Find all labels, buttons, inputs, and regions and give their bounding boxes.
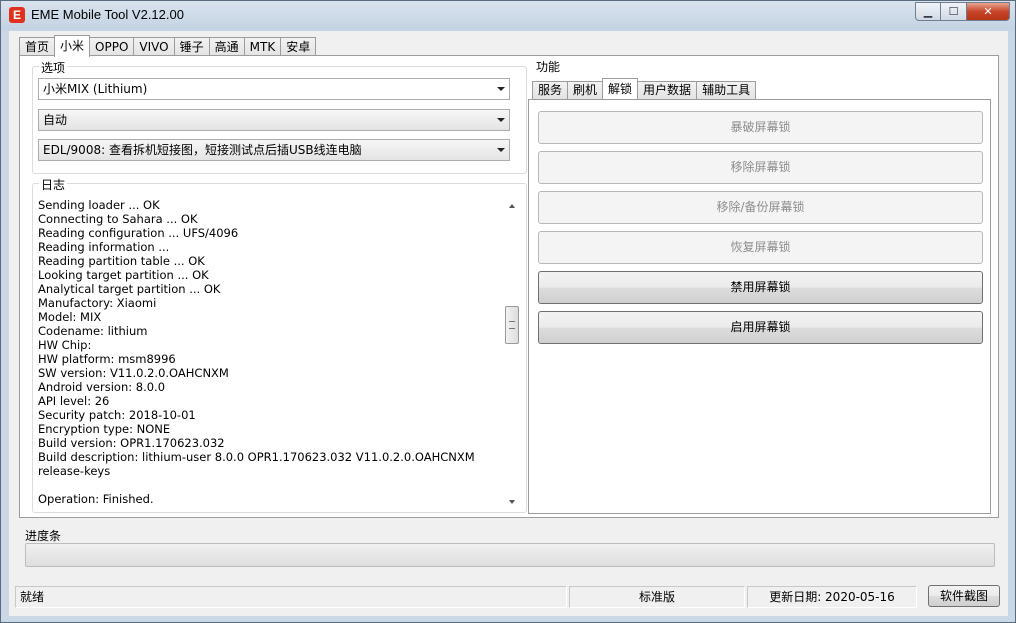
unlock-tab-panel: 暴破屏幕锁 移除屏幕锁 移除/备份屏幕锁 恢复屏幕锁 禁用屏幕锁 启用屏幕锁 bbox=[528, 99, 991, 514]
window-title: EME Mobile Tool V2.12.00 bbox=[31, 7, 184, 22]
tab-flash[interactable]: 刷机 bbox=[567, 81, 604, 99]
status-bar: 就绪 标准版 更新日期: 2020-05-16 软件截图 bbox=[9, 584, 1008, 612]
tab-unlock[interactable]: 解锁 bbox=[602, 78, 639, 99]
log-line: HW Chip: bbox=[38, 338, 92, 352]
app-logo-icon: E bbox=[9, 7, 25, 23]
enable-screen-lock-button[interactable]: 启用屏幕锁 bbox=[538, 311, 983, 344]
log-line: release-keys bbox=[38, 464, 111, 478]
main-tab-strip: 首页 小米 OPPO VIVO 锤子 高通 MTK 安卓 bbox=[19, 35, 317, 57]
remove-backup-screen-lock-button[interactable]: 移除/备份屏幕锁 bbox=[538, 191, 983, 224]
client-area: 首页 小米 OPPO VIVO 锤子 高通 MTK 安卓 选项 小米MIX (L… bbox=[9, 31, 1008, 616]
restore-screen-lock-button[interactable]: 恢复屏幕锁 bbox=[538, 231, 983, 264]
log-line: Reading partition table ... OK bbox=[38, 254, 205, 268]
options-group: 选项 小米MIX (Lithium) 自动 EDL/9008: 查看拆机短接图，… bbox=[32, 59, 527, 174]
log-line: Manufactory: Xiaomi bbox=[38, 296, 157, 310]
log-line: Sending loader ... OK bbox=[38, 198, 160, 212]
mode-select-value: 自动 bbox=[43, 113, 68, 127]
minimize-icon: ▁ bbox=[923, 5, 933, 18]
tab-service[interactable]: 服务 bbox=[532, 81, 569, 99]
remove-screen-lock-button[interactable]: 移除屏幕锁 bbox=[538, 151, 983, 184]
functions-group-label: 功能 bbox=[534, 58, 563, 75]
mode-select[interactable]: 自动 bbox=[38, 109, 510, 131]
title-bar[interactable]: E EME Mobile Tool V2.12.00 ▁ ☐ ✕ bbox=[1, 1, 1015, 31]
software-screenshot-button[interactable]: 软件截图 bbox=[928, 585, 1000, 607]
log-line: Security patch: 2018-10-01 bbox=[38, 408, 196, 422]
scrollbar-thumb[interactable] bbox=[505, 306, 519, 344]
scroll-up-arrow-icon[interactable] bbox=[504, 198, 521, 215]
log-line: Build description: lithium-user 8.0.0 OP… bbox=[38, 450, 475, 464]
scroll-down-arrow-icon[interactable] bbox=[504, 493, 521, 510]
tab-smartisan[interactable]: 锤子 bbox=[173, 37, 210, 56]
port-select-value: EDL/9008: 查看拆机短接图，短接测试点后插USB线连电脑 bbox=[43, 143, 362, 157]
log-scrollbar[interactable] bbox=[504, 198, 521, 510]
tab-oppo[interactable]: OPPO bbox=[89, 37, 135, 56]
status-update-date: 更新日期: 2020-05-16 bbox=[747, 586, 917, 608]
log-line: Reading configuration ... UFS/4096 bbox=[38, 226, 239, 240]
brute-force-screen-lock-button[interactable]: 暴破屏幕锁 bbox=[538, 111, 983, 144]
close-icon: ✕ bbox=[983, 5, 993, 18]
model-select[interactable]: 小米MIX (Lithium) bbox=[38, 78, 510, 100]
maximize-icon: ☐ bbox=[948, 5, 959, 18]
log-line: Model: MIX bbox=[38, 310, 102, 324]
disable-screen-lock-button[interactable]: 禁用屏幕锁 bbox=[538, 271, 983, 304]
chevron-down-icon bbox=[497, 87, 505, 91]
log-output[interactable]: Sending loader ... OK Connecting to Saha… bbox=[38, 198, 512, 508]
tab-mtk[interactable]: MTK bbox=[243, 37, 282, 56]
progress-bar bbox=[25, 543, 995, 567]
log-line: Connecting to Sahara ... OK bbox=[38, 212, 198, 226]
functions-group: 功能 服务 刷机 解锁 用户数据 辅助工具 暴破屏幕锁 移除屏幕锁 移除/备份屏… bbox=[528, 58, 992, 514]
log-line: SW version: V11.0.2.0.OAHCNXM bbox=[38, 366, 229, 380]
log-group-label: 日志 bbox=[39, 176, 68, 193]
log-group: 日志 Sending loader ... OK Connecting to S… bbox=[32, 176, 527, 513]
maximize-button[interactable]: ☐ bbox=[941, 2, 967, 21]
chevron-down-icon bbox=[497, 118, 505, 122]
minimize-button[interactable]: ▁ bbox=[915, 2, 941, 21]
log-line: Operation: Finished. bbox=[38, 492, 154, 506]
progress-label: 进度条 bbox=[25, 529, 62, 543]
log-line: Encryption type: NONE bbox=[38, 422, 171, 436]
port-select[interactable]: EDL/9008: 查看拆机短接图，短接测试点后插USB线连电脑 bbox=[38, 139, 510, 161]
function-tab-strip: 服务 刷机 解锁 用户数据 辅助工具 bbox=[532, 78, 757, 99]
window-controls: ▁ ☐ ✕ bbox=[915, 2, 1010, 22]
status-state: 就绪 bbox=[15, 586, 567, 608]
model-select-value: 小米MIX (Lithium) bbox=[43, 82, 148, 96]
log-line: Looking target partition ... OK bbox=[38, 268, 209, 282]
options-group-label: 选项 bbox=[39, 59, 68, 76]
tab-xiaomi[interactable]: 小米 bbox=[54, 35, 91, 57]
tab-aux-tools[interactable]: 辅助工具 bbox=[696, 81, 757, 99]
log-line: Codename: lithium bbox=[38, 324, 148, 338]
tab-home[interactable]: 首页 bbox=[19, 37, 56, 56]
log-line: API level: 26 bbox=[38, 394, 110, 408]
tab-vivo[interactable]: VIVO bbox=[133, 37, 175, 56]
tab-android[interactable]: 安卓 bbox=[280, 37, 317, 56]
xiaomi-tab-panel: 选项 小米MIX (Lithium) 自动 EDL/9008: 查看拆机短接图，… bbox=[19, 55, 999, 518]
status-edition: 标准版 bbox=[569, 586, 745, 608]
log-line: HW platform: msm8996 bbox=[38, 352, 176, 366]
log-line: Reading information ... bbox=[38, 240, 170, 254]
log-line: Build version: OPR1.170623.032 bbox=[38, 436, 225, 450]
app-window: E EME Mobile Tool V2.12.00 ▁ ☐ ✕ 首页 小米 O… bbox=[0, 0, 1016, 623]
tab-qualcomm[interactable]: 高通 bbox=[208, 37, 245, 56]
chevron-down-icon bbox=[497, 148, 505, 152]
tab-user-data[interactable]: 用户数据 bbox=[637, 81, 698, 99]
log-line: Android version: 8.0.0 bbox=[38, 380, 166, 394]
log-line: Analytical target partition ... OK bbox=[38, 282, 221, 296]
close-button[interactable]: ✕ bbox=[967, 2, 1010, 21]
